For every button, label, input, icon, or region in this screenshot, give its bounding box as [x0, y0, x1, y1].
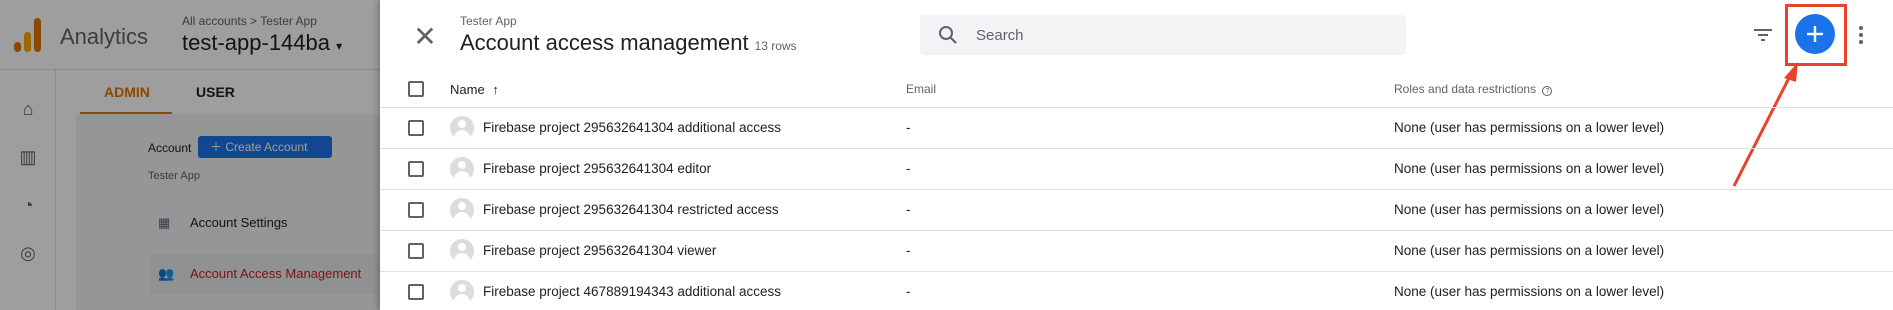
row-roles: None (user has permissions on a lower le…	[1394, 284, 1665, 299]
avatar	[450, 198, 474, 222]
row-name: Firebase project 295632641304 restricted…	[483, 202, 779, 217]
column-roles-label: Roles and data restrictions	[1394, 82, 1537, 96]
table-row[interactable]: Firebase project 295632641304 restricted…	[380, 190, 1893, 231]
avatar	[450, 239, 474, 263]
row-name: Firebase project 295632641304 viewer	[483, 243, 717, 258]
table-row[interactable]: Firebase project 295632641304 viewer - N…	[380, 231, 1893, 272]
sort-ascending-icon: ↑	[492, 82, 499, 97]
avatar	[450, 157, 474, 181]
row-name: Firebase project 467889194343 additional…	[483, 284, 781, 299]
help-icon[interactable]: ?	[1542, 86, 1553, 96]
modal-scrim[interactable]	[0, 0, 380, 310]
row-checkbox[interactable]	[408, 284, 424, 300]
row-checkbox[interactable]	[408, 120, 424, 136]
row-email: -	[906, 120, 911, 135]
column-name-label: Name	[450, 82, 485, 97]
avatar	[450, 116, 474, 140]
panel-subtitle: Tester App	[460, 14, 517, 28]
table-header: Name ↑ Email Roles and data restrictions…	[380, 70, 1893, 108]
column-header-roles[interactable]: Roles and data restrictions ?	[1394, 82, 1553, 96]
row-name: Firebase project 295632641304 editor	[483, 161, 712, 176]
row-roles: None (user has permissions on a lower le…	[1394, 202, 1665, 217]
search-bar[interactable]	[920, 15, 1406, 55]
access-management-panel: ✕ Tester App Account access management 13…	[380, 0, 1893, 310]
table-row[interactable]: Firebase project 295632641304 additional…	[380, 108, 1893, 149]
select-all-checkbox[interactable]	[408, 81, 424, 97]
row-email: -	[906, 243, 911, 258]
panel-title-wrap: Account access management 13 rows	[460, 30, 797, 56]
avatar	[450, 280, 474, 304]
column-header-email[interactable]: Email	[906, 82, 936, 96]
column-header-name[interactable]: Name ↑	[450, 82, 499, 97]
row-checkbox[interactable]	[408, 243, 424, 259]
page-title: Account access management	[460, 30, 749, 55]
table-row[interactable]: Firebase project 295632641304 editor - N…	[380, 149, 1893, 190]
row-roles: None (user has permissions on a lower le…	[1394, 243, 1665, 258]
row-email: -	[906, 284, 911, 299]
row-email: -	[906, 202, 911, 217]
row-roles: None (user has permissions on a lower le…	[1394, 161, 1665, 176]
table-row[interactable]: Firebase project 467889194343 additional…	[380, 272, 1893, 310]
search-icon	[939, 26, 957, 44]
row-checkbox[interactable]	[408, 202, 424, 218]
search-input[interactable]	[976, 15, 1396, 55]
row-roles: None (user has permissions on a lower le…	[1394, 120, 1665, 135]
row-name: Firebase project 295632641304 additional…	[483, 120, 781, 135]
row-email: -	[906, 161, 911, 176]
close-icon[interactable]: ✕	[410, 22, 440, 52]
row-checkbox[interactable]	[408, 161, 424, 177]
annotation-highlight-box	[1785, 4, 1847, 66]
filter-icon[interactable]	[1750, 22, 1776, 48]
more-vert-icon[interactable]	[1856, 22, 1866, 48]
row-count: 13 rows	[754, 39, 797, 53]
